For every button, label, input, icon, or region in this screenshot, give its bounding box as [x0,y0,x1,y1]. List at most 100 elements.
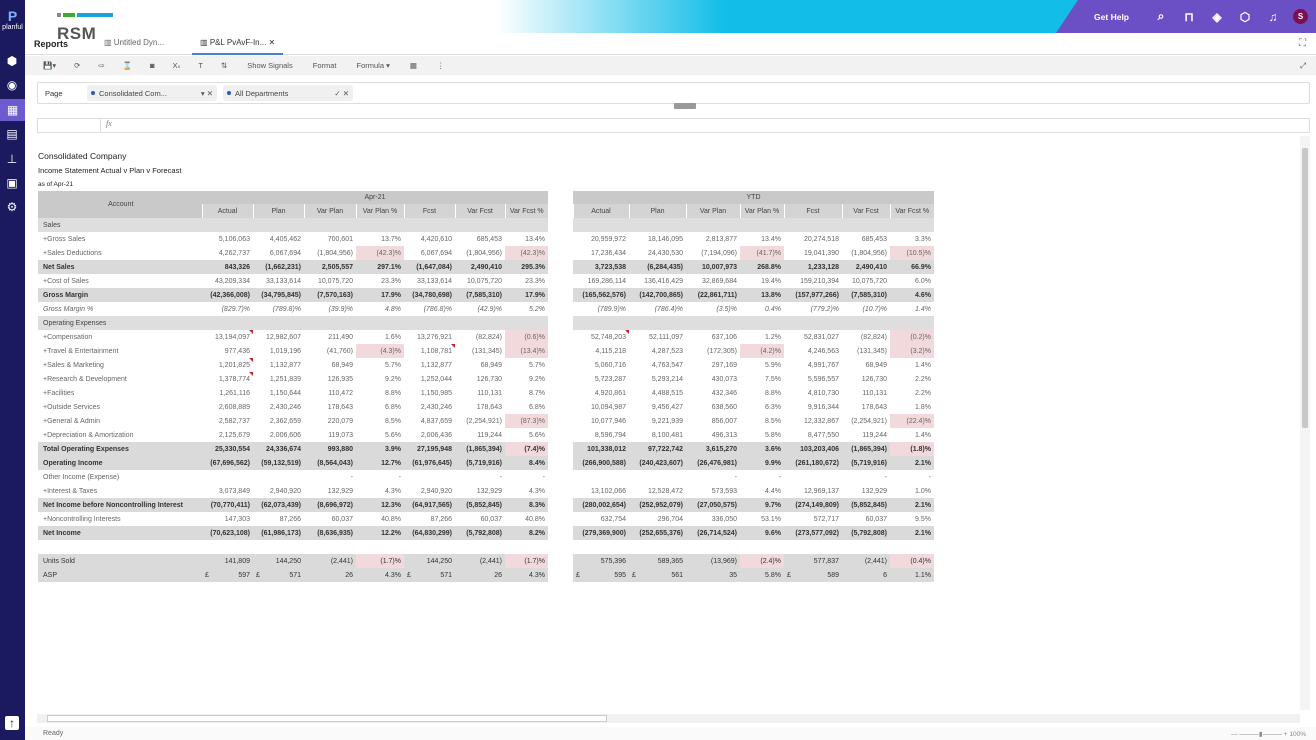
value-cell[interactable]: (131,345) [455,344,505,358]
value-cell[interactable] [573,470,629,484]
value-cell[interactable]: 9.7% [740,498,784,512]
value-cell[interactable]: (829.7)% [202,302,253,316]
value-cell[interactable]: (0.2)% [890,330,934,344]
value-cell[interactable]: 12,332,867 [784,414,842,428]
column-header[interactable]: Fcst [403,204,455,218]
value-cell[interactable] [356,316,404,330]
table-row[interactable]: +Cost of Sales 43,209,334 33,133,614 10,075… [38,274,934,288]
value-cell[interactable]: 5.6% [505,428,548,442]
value-cell[interactable]: 5.6% [356,428,404,442]
value-cell[interactable] [784,540,842,554]
value-cell[interactable]: (27,050,575) [686,498,740,512]
value-cell[interactable]: 9.2% [505,372,548,386]
value-cell[interactable]: 430,073 [686,372,740,386]
value-cell[interactable]: (1,647,084) [404,260,455,274]
value-cell[interactable]: 101,338,012 [573,442,629,456]
value-cell[interactable]: 23.3% [505,274,548,288]
value-cell[interactable]: (10.7)% [842,302,890,316]
value-cell[interactable]: 147,303 [202,512,253,526]
table-row[interactable] [38,540,934,554]
value-cell[interactable]: 60,037 [304,512,356,526]
value-cell[interactable]: 5.7% [505,358,548,372]
value-cell[interactable]: 220,079 [304,414,356,428]
value-cell[interactable]: (172,305) [686,344,740,358]
value-cell[interactable]: 87,266 [404,512,455,526]
table-row[interactable]: Operating Income (67,696,562) (59,132,519)… [38,456,934,470]
formula-input[interactable] [112,119,1309,132]
value-cell[interactable] [842,218,890,232]
value-cell[interactable]: 141,809 [202,554,253,568]
table-row[interactable]: ASP £597 £571 26 4.3% £571 26 4.3% £595 £561 35 5.8… [38,568,934,582]
value-cell[interactable] [573,540,629,554]
value-cell[interactable]: (10.5)% [890,246,934,260]
value-cell[interactable]: (41,760) [304,344,356,358]
value-cell[interactable]: 53.1% [740,512,784,526]
value-cell[interactable]: (0.4)% [890,554,934,568]
value-cell[interactable]: (70,770,411) [202,498,253,512]
table-row[interactable]: +Interest & Taxes 3,073,849 2,940,920 132,9… [38,484,934,498]
table-row[interactable]: Net Sales 843,326 (1,662,231) 2,505,557 297.… [38,260,934,274]
value-cell[interactable] [455,316,505,330]
value-cell[interactable] [202,218,253,232]
value-cell[interactable]: 1.6% [356,330,404,344]
value-cell[interactable]: 1.4% [890,358,934,372]
value-cell[interactable]: 10,075,720 [455,274,505,288]
table-row[interactable]: +Compensation 13,194,097 12,982,607 211,490… [38,330,934,344]
value-cell[interactable] [890,540,934,554]
value-cell[interactable]: (13.4)% [505,344,548,358]
value-cell[interactable] [505,218,548,232]
value-cell[interactable]: (3.5)% [686,302,740,316]
clipboard-icon[interactable]: ▣ [5,176,19,190]
value-cell[interactable]: 4.6% [890,288,934,302]
value-cell[interactable]: 5.2% [505,302,548,316]
value-cell[interactable]: 12.7% [356,456,404,470]
value-cell[interactable]: (2,441) [842,554,890,568]
account-label[interactable] [38,540,202,554]
account-label[interactable]: Operating Expenses [38,316,202,330]
value-cell[interactable]: 6,067,694 [404,246,455,260]
value-cell[interactable]: (1,865,394) [455,442,505,456]
value-cell[interactable]: 8,596,794 [573,428,629,442]
table-row[interactable]: +Facilities 1,261,116 1,150,644 110,472 8.8%… [38,386,934,400]
value-cell[interactable]: 132,929 [304,484,356,498]
value-cell[interactable]: 9,221,939 [629,414,686,428]
account-label[interactable]: +Interest & Taxes [38,484,202,498]
value-cell[interactable] [202,470,253,484]
value-cell[interactable]: 1,378,774 [202,372,253,386]
value-cell[interactable]: - [455,470,505,484]
value-cell[interactable]: 23.3% [356,274,404,288]
value-cell[interactable]: 12,528,472 [629,484,686,498]
value-cell[interactable]: 6,067,694 [253,246,304,260]
value-cell[interactable] [455,218,505,232]
value-cell[interactable]: 13,194,097 [202,330,253,344]
value-cell[interactable]: (5,852,845) [842,498,890,512]
value-cell[interactable] [890,218,934,232]
value-cell[interactable]: 575,396 [573,554,629,568]
value-cell[interactable]: 40.8% [505,512,548,526]
value-cell[interactable]: (252,655,376) [629,526,686,540]
value-cell[interactable]: (2.4)% [740,554,784,568]
account-label[interactable]: Operating Income [38,456,202,470]
chart-icon[interactable]: ▤ [5,127,19,141]
value-cell[interactable]: 132,929 [842,484,890,498]
value-cell[interactable]: 4,420,610 [404,232,455,246]
value-cell[interactable]: 1.4% [890,428,934,442]
value-cell[interactable]: 4,920,861 [573,386,629,400]
value-cell[interactable]: 7.5% [740,372,784,386]
value-cell[interactable]: 9.2% [356,372,404,386]
value-cell[interactable]: 10,007,973 [686,260,740,274]
account-label[interactable]: +Cost of Sales [38,274,202,288]
account-label[interactable]: +Travel & Entertainment [38,344,202,358]
value-cell[interactable]: 296,704 [629,512,686,526]
value-cell[interactable]: (786.4)% [629,302,686,316]
value-cell[interactable]: 8,477,550 [784,428,842,442]
value-cell[interactable]: 1,251,839 [253,372,304,386]
value-cell[interactable]: 3,723,538 [573,260,629,274]
upload-icon[interactable]: ↑ [5,716,19,730]
value-cell[interactable]: (165,562,576) [573,288,629,302]
column-header[interactable]: Var Fcst % [504,204,548,218]
value-cell[interactable]: 8.8% [356,386,404,400]
value-cell[interactable]: 685,453 [842,232,890,246]
value-cell[interactable]: 8,100,481 [629,428,686,442]
value-cell[interactable]: - [505,470,548,484]
